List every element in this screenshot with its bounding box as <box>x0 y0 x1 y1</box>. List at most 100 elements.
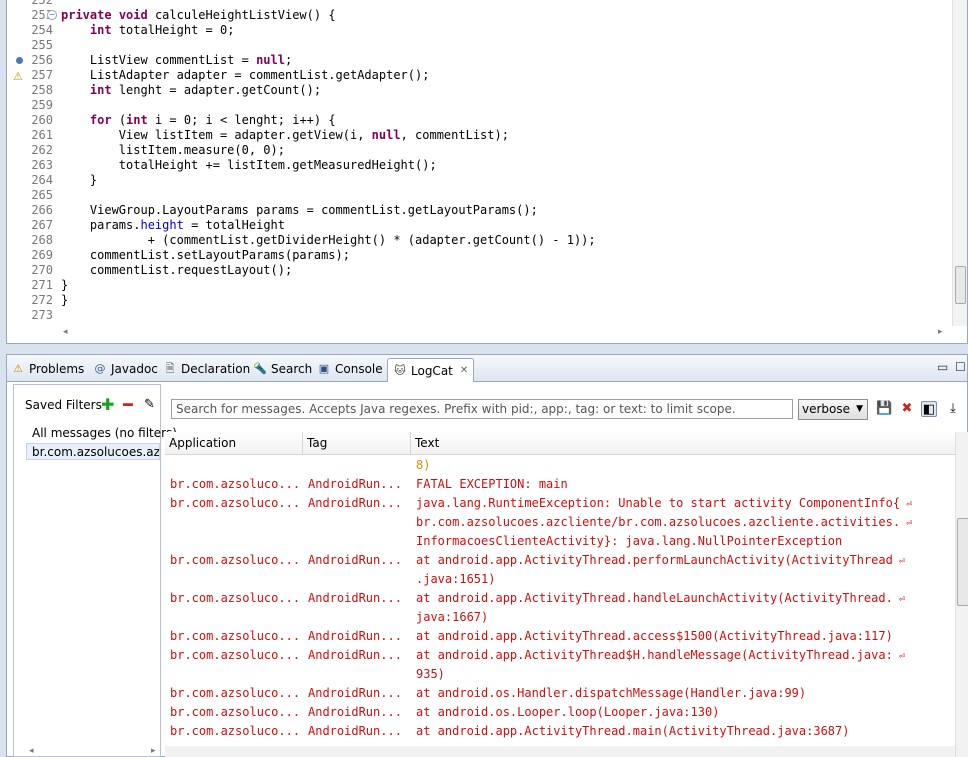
scroll-lock-icon[interactable]: ⤓ <box>945 401 961 417</box>
log-row[interactable]: 8) <box>165 456 955 475</box>
log-row[interactable]: br.com.azsoluco... AndroidRun... at androi… <box>165 627 955 646</box>
code-line[interactable]: 264 } <box>7 173 957 188</box>
code-line[interactable]: 268 + (commentList.getDividerHeight() * … <box>7 233 957 248</box>
log-row[interactable]: br.com.azsolucoes.azcliente/br.com.azsol… <box>165 513 955 532</box>
code-line[interactable]: 271} <box>7 278 957 293</box>
line-number: 256 <box>31 53 53 67</box>
code-line[interactable]: 254 int totalHeight = 0; <box>7 23 957 38</box>
log-text: at android.app.ActivityThread.handleLaun… <box>416 591 905 605</box>
code-text: commentList.requestLayout(); <box>61 263 293 277</box>
filters-scroll-left-icon[interactable]: ◂ <box>29 746 34 756</box>
log-row[interactable]: br.com.azsoluco... AndroidRun... at androi… <box>165 703 955 722</box>
log-row[interactable]: br.com.azsoluco... AndroidRun... at androi… <box>165 646 955 665</box>
code-line[interactable]: 255 <box>7 38 957 53</box>
code-line[interactable]: 261 View listItem = adapter.getView(i, n… <box>7 128 957 143</box>
tab-declaration[interactable]: 🗎 Declaration <box>163 358 251 380</box>
code-line[interactable]: 269 commentList.setLayoutParams(params); <box>7 248 957 263</box>
editor-horizontal-scrollbar[interactable]: ◂ ▸ <box>53 326 953 340</box>
tab-problems[interactable]: ⚠ Problems <box>11 358 84 380</box>
tab-console[interactable]: ▣ Console <box>317 358 383 380</box>
logcat-horizontal-scrollbar[interactable] <box>165 746 955 757</box>
clear-log-icon[interactable]: ✖ <box>899 401 915 417</box>
tab-logcat[interactable]: 🐱 LogCat ✕ <box>387 358 475 382</box>
code-text: params.height = totalHeight <box>61 218 285 232</box>
log-row[interactable]: br.com.azsoluco... AndroidRun... FATAL EXC… <box>165 475 955 494</box>
logcat-search-input[interactable]: Search for messages. Accepts Java regexe… <box>171 399 793 419</box>
code-text: totalHeight += listItem.getMeasuredHeigh… <box>61 158 437 172</box>
scroll-right-icon[interactable]: ▸ <box>938 327 943 337</box>
console-icon: ▣ <box>318 362 330 375</box>
line-number: 259 <box>31 98 53 112</box>
column-header-text[interactable]: Text <box>411 432 955 454</box>
column-header-application[interactable]: Application <box>165 432 303 454</box>
log-row[interactable]: br.com.azsoluco... AndroidRun... java.lang… <box>165 494 955 513</box>
save-log-icon[interactable]: 💾 <box>876 401 892 417</box>
code-line[interactable]: 253− private void calculeHeightListView()… <box>7 8 957 23</box>
close-tab-icon[interactable]: ✕ <box>460 360 468 382</box>
code-text: for (int i = 0; i < lenght; i++) { <box>89 113 336 127</box>
tab-javadoc[interactable]: @ Javadoc <box>93 358 158 380</box>
code-line[interactable]: 262 listItem.measure(0, 0); <box>7 143 957 158</box>
code-line[interactable]: 265 <box>7 188 957 203</box>
log-application: br.com.azsoluco... <box>170 648 301 662</box>
code-line[interactable]: 270 commentList.requestLayout(); <box>7 263 957 278</box>
code-line[interactable]: 273 <box>7 308 957 323</box>
log-row[interactable]: .java:1651) <box>165 570 955 589</box>
minimize-view-icon[interactable]: ▭ <box>937 360 948 374</box>
logcat-vertical-scrollbar[interactable] <box>955 432 968 757</box>
line-wrap-icon: ⏎ <box>906 518 913 529</box>
line-number: 252 <box>31 0 53 7</box>
line-number: 273 <box>31 308 53 322</box>
filter-item-app[interactable]: br.com.azsolucoes.azcliente <box>26 443 160 460</box>
occurrence-marker-icon <box>16 57 23 64</box>
code-line[interactable]: 256 ListView commentList = null; <box>7 53 957 68</box>
code-line[interactable]: 263 totalHeight += listItem.getMeasuredH… <box>7 158 957 173</box>
code-editor[interactable]: 252 253− private void calculeHeightListVie… <box>6 0 968 344</box>
add-filter-icon[interactable]: ✚ <box>101 395 114 414</box>
line-number: 271 <box>31 278 53 292</box>
log-text: 8) <box>416 458 431 472</box>
editor-vertical-scrollbar[interactable] <box>952 0 967 326</box>
logcat-scroll-thumb[interactable] <box>957 518 968 606</box>
maximize-view-icon[interactable]: ☐ <box>955 360 966 374</box>
column-header-tag[interactable]: Tag <box>303 432 411 454</box>
tab-search[interactable]: 🔦 Search <box>253 358 312 380</box>
code-line[interactable]: 267 params.height = totalHeight <box>7 218 957 233</box>
log-tag: AndroidRun... <box>308 553 402 567</box>
log-text: .java:1651) <box>416 572 496 586</box>
log-row[interactable]: br.com.azsoluco... AndroidRun... at androi… <box>165 722 955 741</box>
tab-label: Console <box>335 362 383 376</box>
problems-icon: ⚠ <box>13 362 23 375</box>
tab-label: Problems <box>29 362 85 376</box>
code-line[interactable]: 259 <box>7 98 957 113</box>
toggle-filters-pane-icon[interactable]: ◧ <box>921 401 937 417</box>
log-row[interactable]: InformacoesClienteActivity}: java.lang.N… <box>165 532 955 551</box>
code-line[interactable]: 258 int lenght = adapter.getCount(); <box>7 83 957 98</box>
code-line[interactable]: 266 ViewGroup.LayoutParams params = comm… <box>7 203 957 218</box>
log-level-select[interactable]: verbose ▼ <box>798 399 868 420</box>
scroll-left-icon[interactable]: ◂ <box>63 327 68 337</box>
code-line[interactable]: 252 <box>7 0 957 8</box>
edit-filter-icon[interactable]: ✎ <box>144 397 155 412</box>
log-row[interactable]: br.com.azsoluco... AndroidRun... at androi… <box>165 589 955 608</box>
filters-horizontal-scrollbar[interactable]: ◂ ▸ <box>27 746 162 756</box>
log-row[interactable]: 935) <box>165 665 955 684</box>
code-line[interactable]: 257 ⚠ ListAdapter adapter = commentList.g… <box>7 68 957 83</box>
log-text: at android.app.ActivityThread$H.handleMe… <box>416 648 905 662</box>
log-text: java.lang.RuntimeException: Unable to st… <box>416 496 913 510</box>
log-row[interactable]: br.com.azsoluco... AndroidRun... at androi… <box>165 684 955 703</box>
log-row[interactable]: br.com.azsoluco... AndroidRun... at androi… <box>165 551 955 570</box>
line-number: 272 <box>31 293 53 307</box>
tab-label: Search <box>271 362 313 376</box>
log-tag: AndroidRun... <box>308 629 402 643</box>
line-wrap-icon: ⏎ <box>898 651 905 662</box>
filters-scroll-right-icon[interactable]: ▸ <box>151 746 156 756</box>
code-line[interactable]: 260 for (int i = 0; i < lenght; i++) { <box>7 113 957 128</box>
filter-item-all-messages[interactable]: All messages (no filters) <box>32 425 180 442</box>
fold-collapse-icon[interactable]: − <box>47 10 57 20</box>
code-line[interactable]: 272} <box>7 293 957 308</box>
remove-filter-icon[interactable]: ━ <box>123 395 133 414</box>
editor-scroll-thumb[interactable] <box>955 266 966 304</box>
log-row[interactable]: java:1667) <box>165 608 955 627</box>
warning-icon[interactable]: ⚠ <box>13 69 23 84</box>
